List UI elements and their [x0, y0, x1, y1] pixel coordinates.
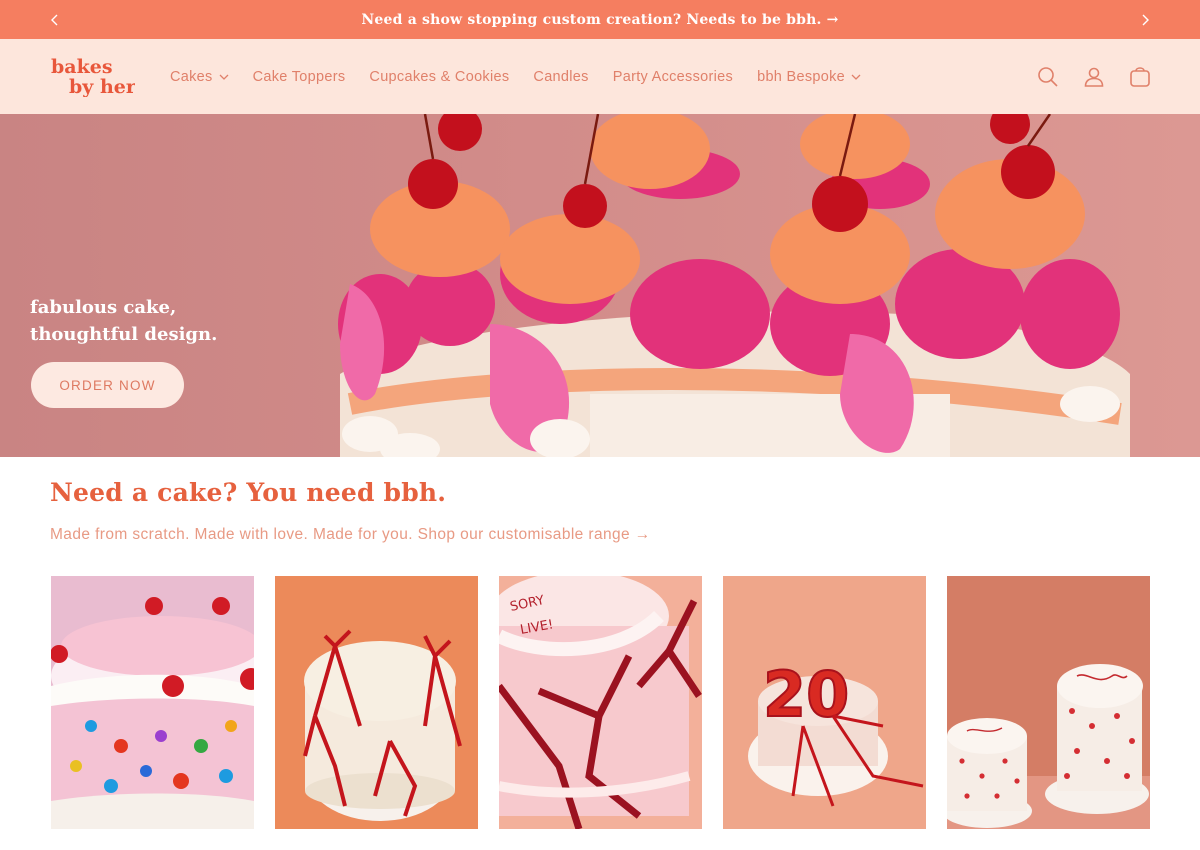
- product-image: 20: [723, 576, 926, 829]
- product-card[interactable]: 20: [723, 576, 926, 829]
- section-title: Need a cake? You need bbh.: [50, 478, 447, 507]
- announcement-bar: Need a show stopping custom creation? Ne…: [0, 0, 1200, 39]
- hero-tagline: fabulous cake, thoughtful design.: [30, 294, 217, 348]
- search-icon: [1038, 66, 1058, 87]
- order-now-button[interactable]: ORDER NOW: [31, 362, 184, 408]
- nav-label: bbh Bespoke: [757, 68, 846, 85]
- product-card[interactable]: [275, 576, 478, 829]
- nav-bbh-bespoke[interactable]: bbh Bespoke: [757, 69, 861, 85]
- nav-cake-toppers[interactable]: Cake Toppers: [253, 69, 346, 85]
- product-card[interactable]: [947, 576, 1150, 829]
- chevron-left-icon: [51, 14, 58, 25]
- nav-candles[interactable]: Candles: [533, 69, 588, 85]
- hero-banner: fabulous cake, thoughtful design. ORDER …: [0, 114, 1200, 457]
- account-button[interactable]: [1082, 65, 1106, 89]
- hero-cake-image: [338, 114, 1130, 457]
- nav-label: Candles: [533, 68, 589, 85]
- logo-mark: bakes by her: [51, 56, 137, 98]
- search-button[interactable]: [1036, 65, 1060, 89]
- cart-icon: [1130, 66, 1150, 87]
- nav-cakes[interactable]: Cakes: [170, 69, 229, 85]
- nav-label: Cake Toppers: [252, 68, 346, 85]
- nav-party-accessories[interactable]: Party Accessories: [613, 69, 733, 85]
- announcement-message[interactable]: Need a show stopping custom creation? Ne…: [361, 12, 838, 28]
- hero-line-1: fabulous cake,: [30, 297, 177, 318]
- account-icon: [1084, 67, 1104, 87]
- product-grid: SORY LIVE! 20: [51, 576, 1151, 829]
- logo-line-1: bakes: [51, 56, 113, 78]
- cart-button[interactable]: [1128, 65, 1152, 89]
- nav-label: Cakes: [170, 68, 213, 85]
- nav-label: Party Accessories: [612, 68, 734, 85]
- announcement-prev-button[interactable]: [40, 0, 70, 39]
- hero-line-2: thoughtful design.: [30, 324, 218, 345]
- nav-label: Cupcakes & Cookies: [369, 68, 510, 85]
- product-image: [51, 576, 254, 829]
- product-image: [947, 576, 1150, 829]
- section-subtitle-link[interactable]: Made from scratch. Made with love. Made …: [50, 526, 651, 544]
- chevron-down-icon: [851, 74, 861, 80]
- header-actions: [1036, 39, 1152, 114]
- product-image: [275, 576, 478, 829]
- site-header: bakes by her Cakes Cake Toppers Cupcakes…: [0, 39, 1200, 114]
- product-card[interactable]: [51, 576, 254, 829]
- nav-cupcakes-cookies[interactable]: Cupcakes & Cookies: [369, 69, 509, 85]
- main-nav: Cakes Cake Toppers Cupcakes & Cookies Ca…: [170, 39, 861, 114]
- chevron-right-icon: [1142, 14, 1149, 25]
- product-image: SORY LIVE!: [499, 576, 702, 829]
- chevron-down-icon: [219, 74, 229, 80]
- logo[interactable]: bakes by her: [50, 55, 137, 98]
- announcement-next-button[interactable]: [1130, 0, 1160, 39]
- product-card[interactable]: SORY LIVE!: [499, 576, 702, 829]
- logo-line-2: by her: [69, 76, 135, 97]
